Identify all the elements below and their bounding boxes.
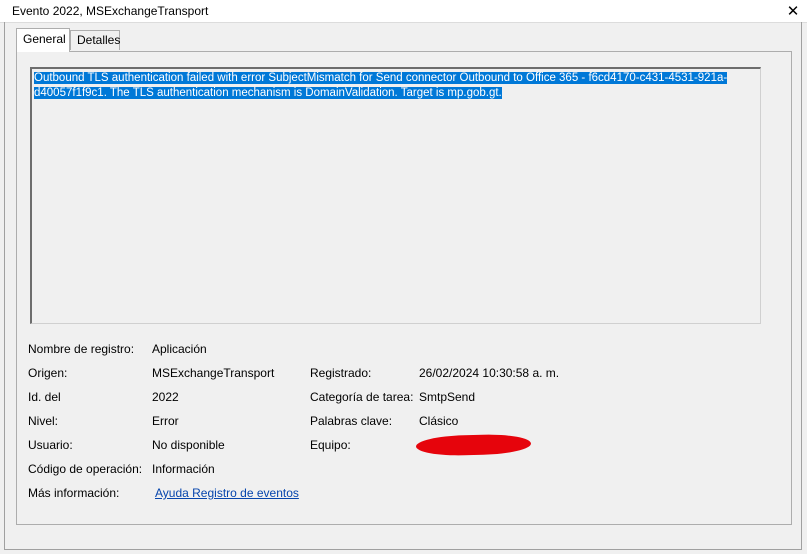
user-value: No disponible [152, 438, 225, 452]
event-log-help-link[interactable]: Ayuda Registro de eventos [155, 486, 299, 500]
title-bar: Evento 2022, MSExchangeTransport ✕ [0, 0, 807, 23]
close-icon[interactable]: ✕ [779, 0, 807, 22]
tab-detalles[interactable]: Detalles [70, 30, 120, 50]
tab-general[interactable]: General [16, 28, 70, 52]
selected-description: Outbound TLS authentication failed with … [34, 72, 728, 99]
task-category-value: SmtpSend [419, 390, 476, 404]
opcode-label: Código de operación: [28, 462, 143, 476]
computer-label: Equipo: [310, 438, 351, 452]
window-title: Evento 2022, MSExchangeTransport [12, 4, 209, 18]
keywords-value: Clásico [419, 414, 459, 428]
logged-value: 26/02/2024 10:30:58 a. m. [419, 366, 560, 380]
more-info-label: Más información: [28, 486, 120, 500]
level-value: Error [152, 414, 179, 428]
log-name-label: Nombre de registro: [28, 342, 135, 356]
source-label: Origen: [28, 366, 68, 380]
event-id-value: 2022 [152, 390, 179, 404]
task-category-label: Categoría de tarea: [310, 390, 414, 404]
opcode-value: Información [152, 462, 215, 476]
log-name-value: Aplicación [152, 342, 207, 356]
level-label: Nivel: [28, 414, 59, 428]
user-label: Usuario: [28, 438, 73, 452]
keywords-label: Palabras clave: [310, 414, 393, 428]
event-description-text[interactable]: Outbound TLS authentication failed with … [34, 71, 758, 101]
event-id-label: Id. del [28, 390, 61, 404]
logged-label: Registrado: [310, 366, 372, 380]
source-value: MSExchangeTransport [152, 366, 275, 380]
event-description-box[interactable]: Outbound TLS authentication failed with … [30, 67, 761, 324]
